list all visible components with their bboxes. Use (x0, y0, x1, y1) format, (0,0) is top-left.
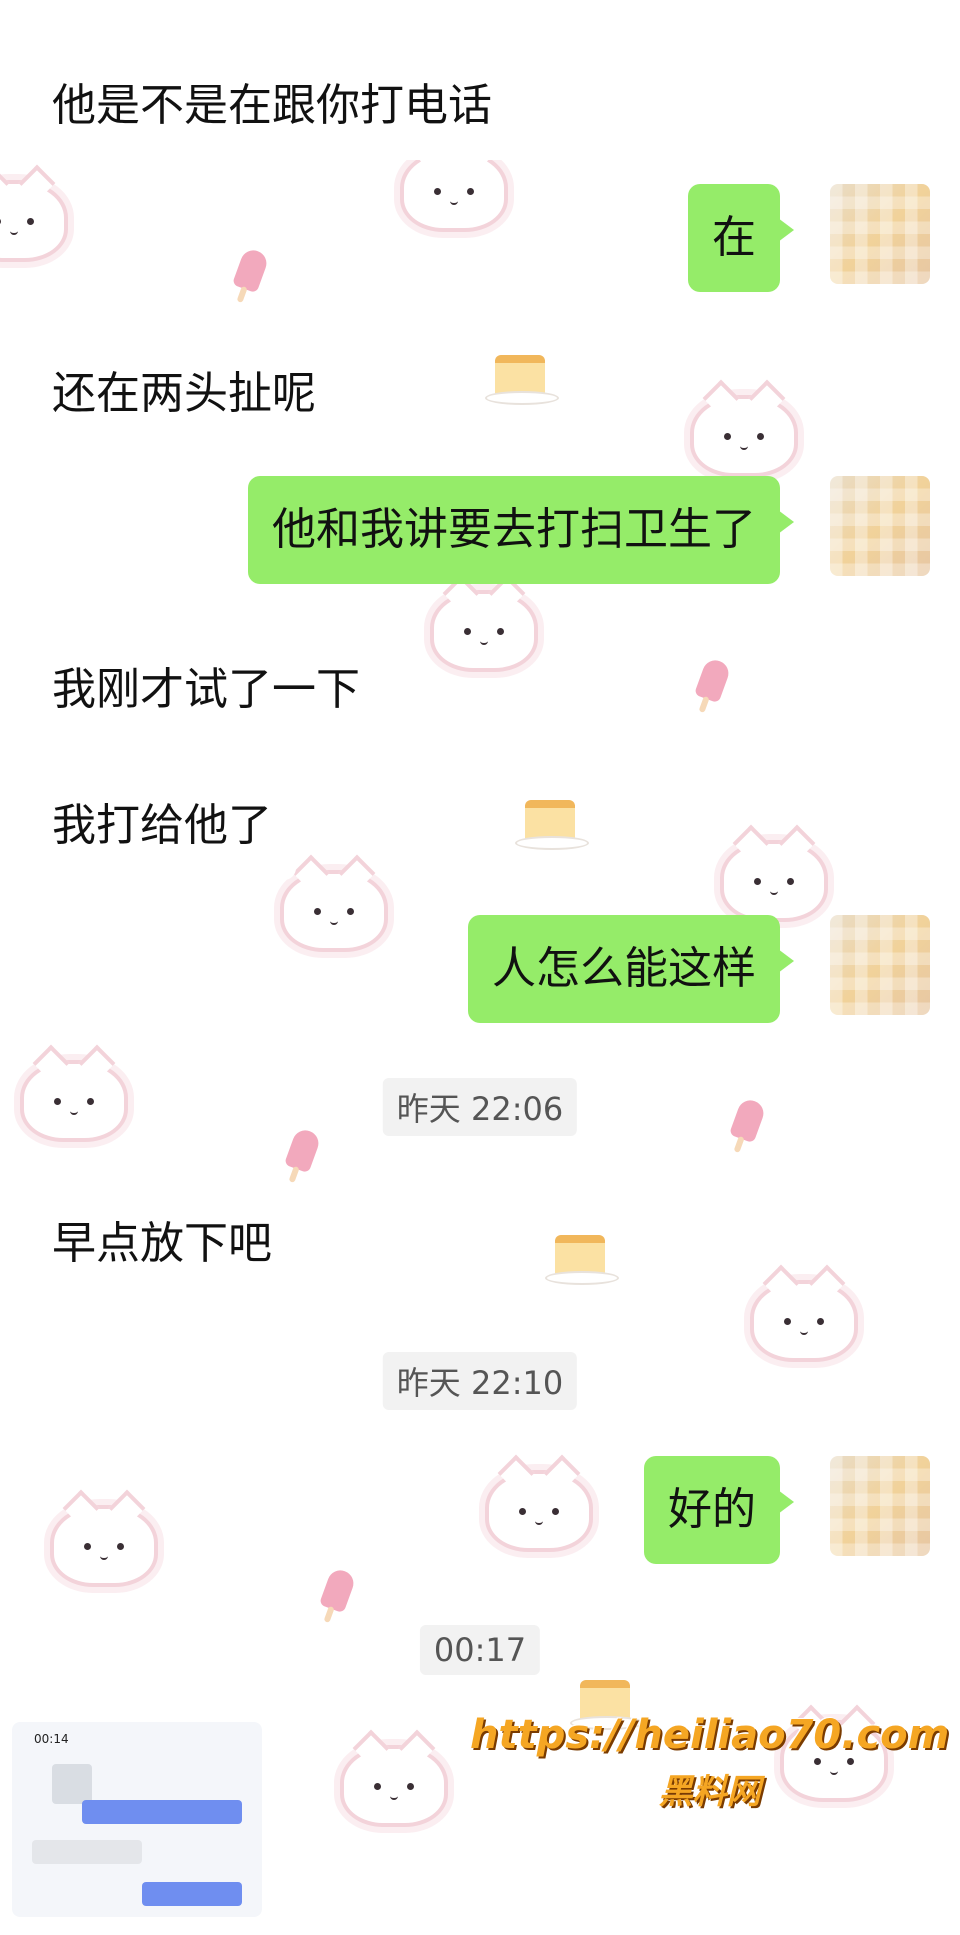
blurred-avatar-icon[interactable] (830, 476, 930, 576)
pudding-sticker-icon (485, 355, 559, 405)
popsicle-sticker-icon (283, 1126, 323, 1174)
blurred-avatar-icon[interactable] (830, 915, 930, 1015)
watermark-url: https://heiliao70.com (470, 1712, 950, 1758)
cat-sticker-icon (0, 180, 68, 262)
blurred-avatar-icon[interactable] (830, 1456, 930, 1556)
cat-sticker-icon (485, 1470, 593, 1552)
cat-sticker-icon (750, 1280, 858, 1362)
cat-sticker-icon (690, 395, 798, 477)
popsicle-sticker-icon (693, 656, 733, 704)
outgoing-message[interactable]: 好的 (644, 1456, 794, 1564)
cat-sticker-icon (50, 1505, 158, 1587)
watermark-name: 黑料网 (658, 1772, 761, 1812)
cat-sticker-icon (430, 590, 538, 672)
thumbnail-bubble (142, 1882, 242, 1906)
watermark: https://heiliao70.com 黑料网 (470, 1712, 949, 1813)
incoming-message[interactable]: 他是不是在跟你打电话 (28, 52, 516, 160)
popsicle-sticker-icon (728, 1096, 768, 1144)
cat-sticker-icon (280, 870, 388, 952)
outgoing-message[interactable]: 在 (688, 184, 794, 292)
blurred-avatar-icon[interactable] (830, 184, 930, 284)
outgoing-message[interactable]: 他和我讲要去打扫卫生了 (248, 476, 794, 584)
thumbnail-bubble (32, 1840, 142, 1864)
popsicle-sticker-icon (318, 1566, 358, 1614)
thumbnail-status-time: 00:14 (34, 1732, 69, 1746)
thumbnail-bubble (82, 1800, 242, 1824)
timestamp: 昨天 22:06 (382, 1078, 578, 1136)
embedded-screenshot-thumbnail[interactable]: 00:14 (12, 1722, 262, 1917)
outgoing-message[interactable]: 人怎么能这样 (468, 915, 794, 1023)
incoming-message[interactable]: 我刚才试了一下 (28, 636, 384, 744)
pudding-sticker-icon (545, 1235, 619, 1285)
incoming-message[interactable]: 还在两头扯呢 (28, 340, 340, 448)
thumbnail-avatar (52, 1764, 92, 1804)
cat-sticker-icon (400, 150, 508, 232)
cat-sticker-icon (720, 840, 828, 922)
popsicle-sticker-icon (231, 246, 271, 294)
cat-sticker-icon (20, 1060, 128, 1142)
incoming-message[interactable]: 早点放下吧 (28, 1190, 296, 1298)
pudding-sticker-icon (515, 800, 589, 850)
timestamp: 00:17 (419, 1625, 541, 1675)
cat-sticker-icon (340, 1745, 448, 1827)
timestamp: 昨天 22:10 (382, 1352, 578, 1410)
incoming-message[interactable]: 我打给他了 (28, 772, 296, 880)
